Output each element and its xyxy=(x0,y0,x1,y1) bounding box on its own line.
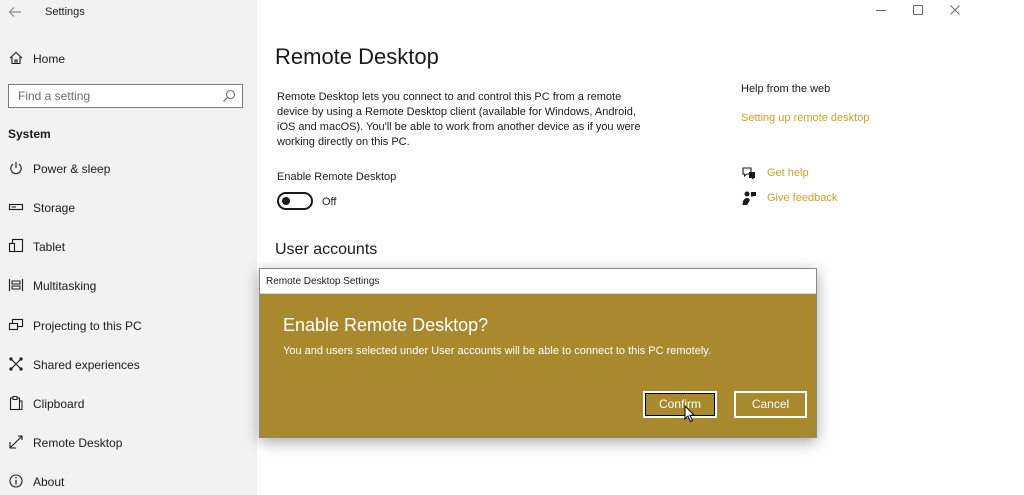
search-box[interactable] xyxy=(8,84,243,108)
give-feedback-link[interactable]: Give feedback xyxy=(741,190,941,206)
nav-home[interactable]: Home xyxy=(0,46,257,70)
setting-up-remote-desktop-link[interactable]: Setting up remote desktop xyxy=(741,112,869,124)
toggle-knob xyxy=(282,197,290,205)
minimize-icon xyxy=(876,10,886,11)
shared-experiences-icon xyxy=(9,357,23,371)
sidebar-item-label: Power & sleep xyxy=(33,162,111,176)
title-bar: Settings xyxy=(0,0,257,24)
sidebar-item-storage[interactable]: Storage xyxy=(0,194,257,220)
enable-remote-desktop-toggle[interactable] xyxy=(277,192,313,210)
sidebar-item-power-sleep[interactable]: Power & sleep xyxy=(0,155,257,181)
page-title: Remote Desktop xyxy=(275,44,439,69)
maximize-icon xyxy=(913,5,923,15)
maximize-button[interactable] xyxy=(911,4,925,18)
app-title: Settings xyxy=(45,6,85,18)
sidebar-item-tablet[interactable]: Tablet xyxy=(0,233,257,259)
sidebar-item-clipboard[interactable]: Clipboard xyxy=(0,390,257,416)
clipboard-icon xyxy=(9,396,23,411)
arrow-left-icon xyxy=(8,7,21,17)
sidebar-item-label: About xyxy=(33,475,65,489)
sidebar: Settings Home System Power & sleep Stora… xyxy=(0,0,257,495)
enable-remote-desktop-dialog: Remote Desktop Settings Enable Remote De… xyxy=(259,268,817,438)
sidebar-item-label: Multitasking xyxy=(33,279,97,293)
help-title: Help from the web xyxy=(741,83,831,95)
home-icon xyxy=(9,51,23,65)
sidebar-item-about[interactable]: About xyxy=(0,468,257,494)
section-header-system: System xyxy=(8,127,51,141)
close-icon xyxy=(950,5,960,15)
search-input[interactable] xyxy=(9,85,214,107)
sidebar-item-shared-experiences[interactable]: Shared experiences xyxy=(0,351,257,377)
sidebar-item-multitasking[interactable]: Multitasking xyxy=(0,272,257,298)
info-icon xyxy=(9,474,23,488)
enable-remote-desktop-label: Enable Remote Desktop xyxy=(277,171,397,183)
multitasking-icon xyxy=(8,279,24,291)
give-feedback-label: Give feedback xyxy=(767,192,838,204)
dialog-message: You and users selected under User accoun… xyxy=(283,345,712,357)
sidebar-item-label: Storage xyxy=(33,201,76,215)
tablet-icon xyxy=(8,238,24,253)
sidebar-item-label: Shared experiences xyxy=(33,358,140,372)
sidebar-item-label: Remote Desktop xyxy=(33,436,123,450)
give-feedback-icon xyxy=(742,191,756,205)
get-help-link[interactable]: Get help xyxy=(741,165,941,181)
sidebar-item-label: Clipboard xyxy=(33,397,85,411)
back-button[interactable] xyxy=(6,3,24,21)
dialog-heading: Enable Remote Desktop? xyxy=(283,315,489,335)
sidebar-item-remote-desktop[interactable]: Remote Desktop xyxy=(0,429,257,455)
minimize-button[interactable] xyxy=(874,4,888,18)
window-controls xyxy=(854,4,960,20)
sidebar-item-label: Tablet xyxy=(33,240,66,254)
search-icon[interactable] xyxy=(222,89,236,103)
user-accounts-heading: User accounts xyxy=(275,241,378,258)
cancel-button[interactable]: Cancel xyxy=(733,390,808,419)
nav-home-label: Home xyxy=(33,52,66,66)
get-help-label: Get help xyxy=(767,167,809,179)
storage-icon xyxy=(8,203,24,211)
mouse-cursor-icon xyxy=(684,405,696,423)
toggle-state-label: Off xyxy=(322,196,337,208)
sidebar-item-label: Projecting to this PC xyxy=(33,319,142,333)
sidebar-item-projecting[interactable]: Projecting to this PC xyxy=(0,312,257,338)
projecting-icon xyxy=(8,318,24,331)
confirm-button[interactable]: Confirm xyxy=(642,390,718,419)
get-help-icon xyxy=(742,167,755,180)
page-description: Remote Desktop lets you connect to and c… xyxy=(277,91,641,148)
dialog-title: Remote Desktop Settings xyxy=(266,276,380,287)
remote-desktop-icon xyxy=(9,435,23,449)
dialog-title-bar: Remote Desktop Settings xyxy=(260,269,816,294)
power-icon xyxy=(10,162,22,175)
close-button[interactable] xyxy=(948,4,962,18)
